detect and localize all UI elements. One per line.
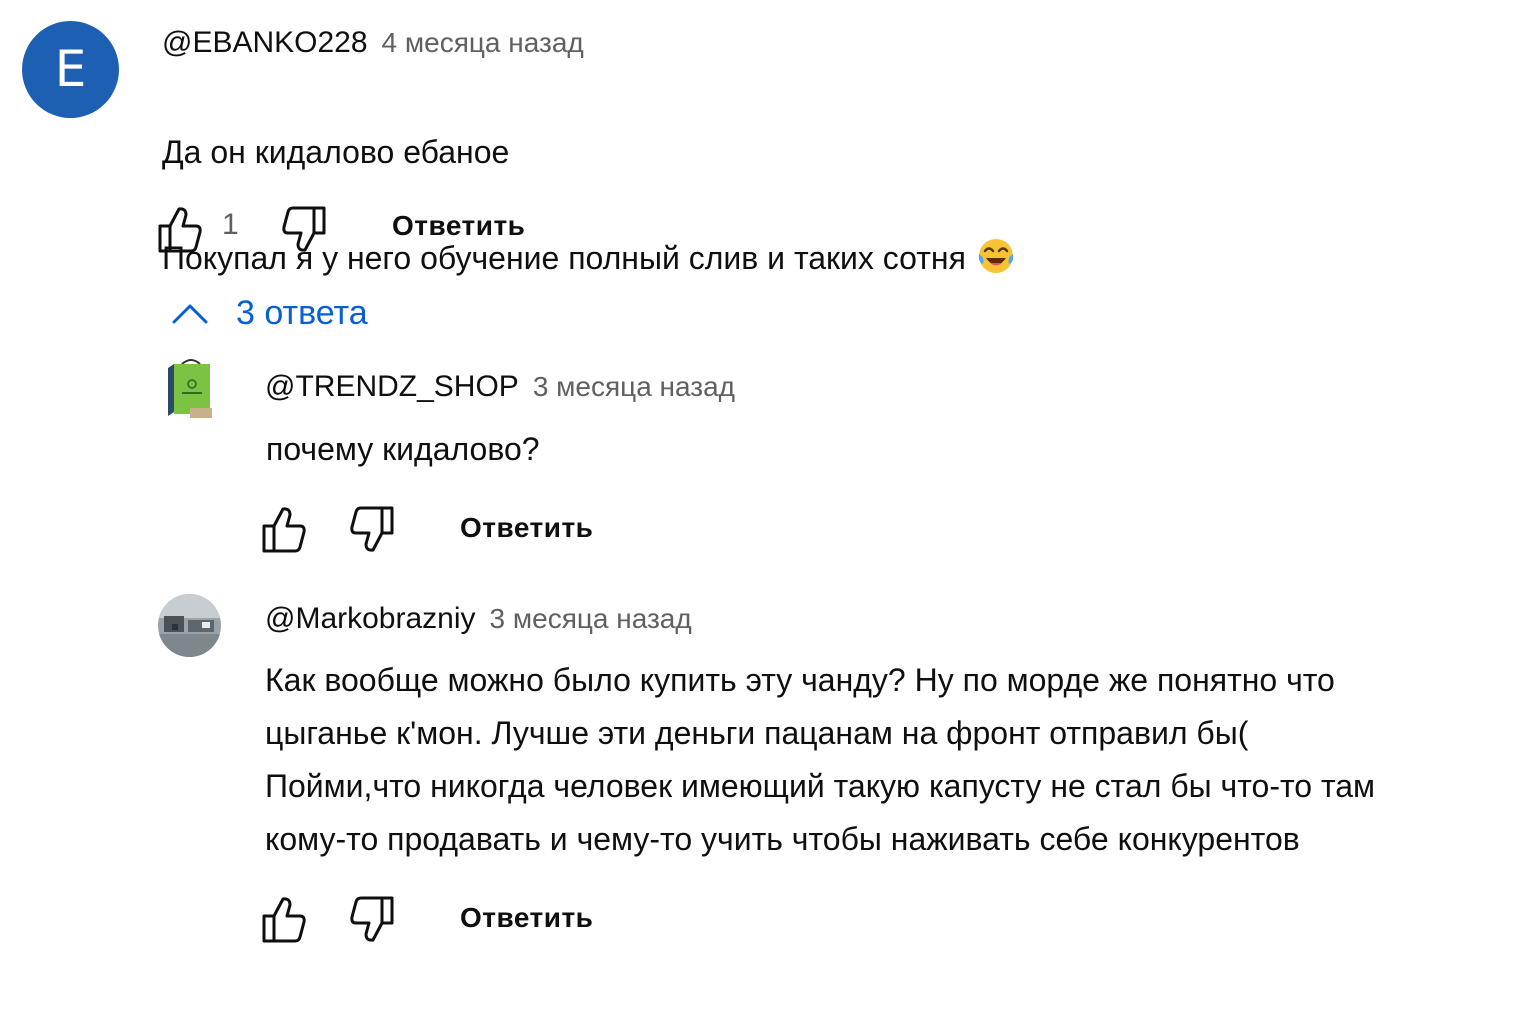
reply-text: Как вообще можно было купить эту чанду? … [265, 654, 1375, 866]
author-name[interactable]: @TRENDZ_SHOP [265, 370, 519, 403]
like-icon[interactable] [260, 502, 314, 556]
reply-text-line: Как вообще можно было купить эту чанду? … [265, 662, 1335, 698]
comment-time[interactable]: 4 месяца назад [382, 27, 584, 58]
comment-text-line: Да он кидалово ебаное [162, 134, 510, 170]
reply-button[interactable]: Ответить [460, 512, 593, 544]
dislike-icon[interactable] [342, 892, 396, 946]
avatar[interactable]: E [22, 21, 119, 118]
laughing-emoji-icon [978, 239, 1014, 273]
comment-actions: 1 Ответить [156, 200, 556, 260]
reply-button[interactable]: Ответить [460, 902, 593, 934]
chevron-up-icon [172, 304, 208, 324]
reply-actions: Ответить [260, 502, 660, 562]
reply-text-line: цыганье к'мон. Лучше эти деньги пацанам … [265, 715, 1249, 751]
comment-time[interactable]: 3 месяца назад [533, 371, 735, 402]
like-icon[interactable] [260, 892, 314, 946]
shop-bag-avatar[interactable] [160, 356, 222, 418]
comment-header: @EBANKO228 4 месяца назад [162, 26, 584, 60]
photo-avatar[interactable] [158, 594, 221, 657]
reply-header: @Markobrazniy 3 месяца назад [265, 602, 692, 636]
dislike-icon[interactable] [342, 502, 396, 556]
dislike-icon[interactable] [274, 202, 328, 256]
reply-actions: Ответить [260, 892, 660, 952]
author-name[interactable]: @Markobrazniy [265, 602, 476, 635]
reply-header: @TRENDZ_SHOP 3 месяца назад [265, 370, 735, 404]
author-name[interactable]: @EBANKO228 [162, 26, 368, 59]
comment-time[interactable]: 3 месяца назад [490, 603, 692, 634]
reply-text-line: кому-то продавать и чему-то учить чтобы … [265, 821, 1300, 857]
reply-text: почему кидалово? [266, 431, 540, 467]
like-count: 1 [222, 208, 239, 241]
like-icon[interactable] [156, 202, 210, 256]
reply-button[interactable]: Ответить [392, 210, 525, 242]
replies-count-label: 3 ответа [236, 294, 368, 332]
reply-text-line: Пойми,что никогда человек имеющий такую … [265, 768, 1376, 804]
